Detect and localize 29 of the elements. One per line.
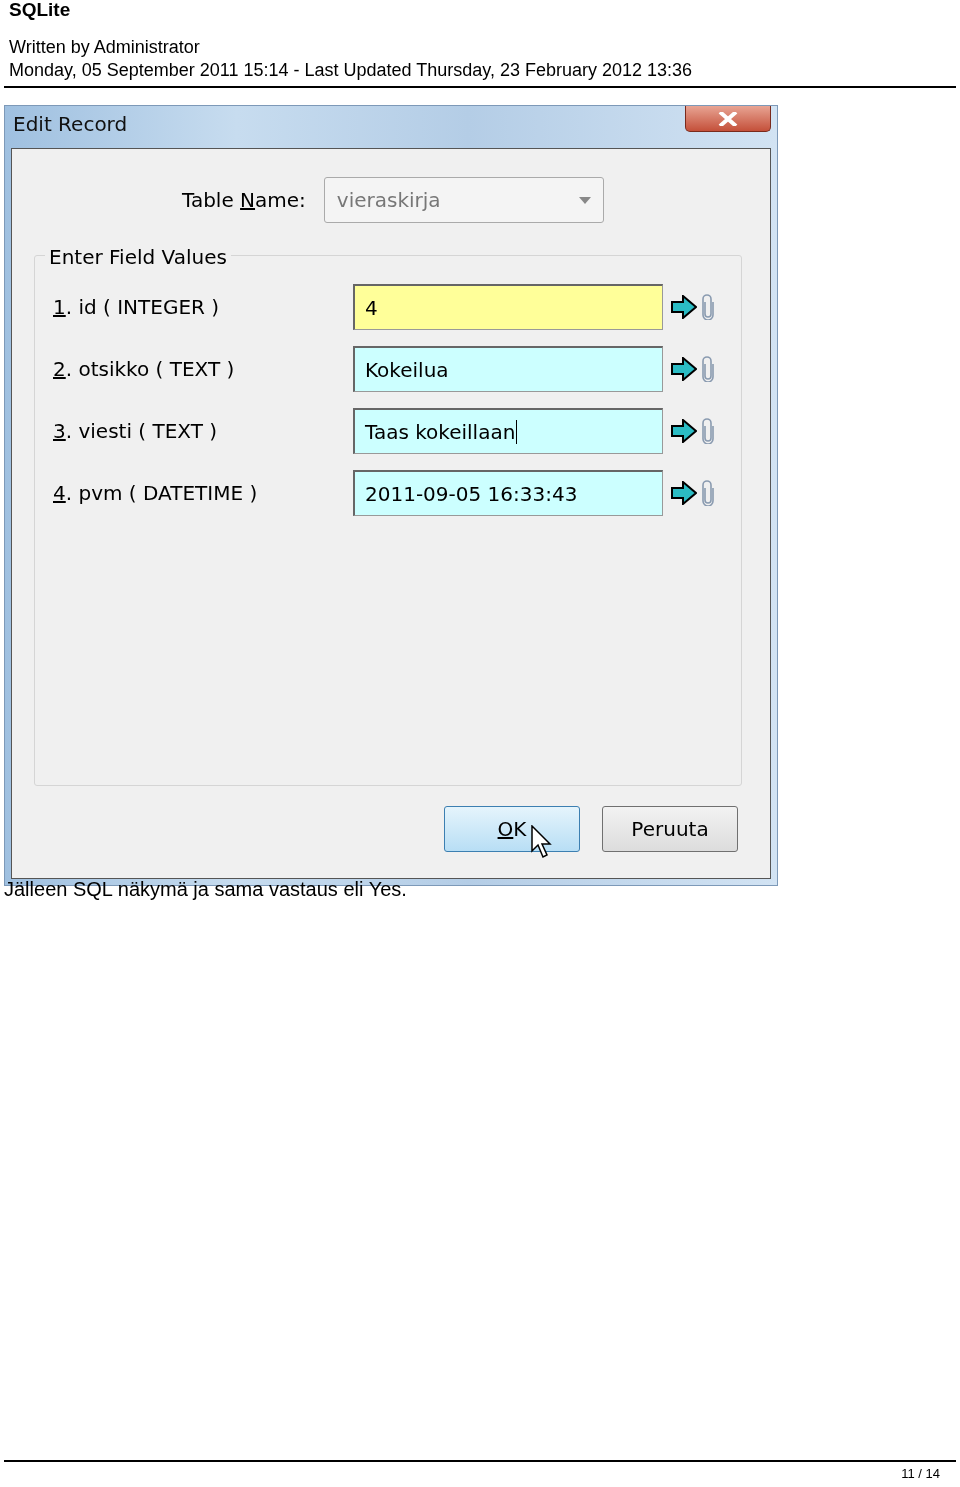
field-label: 2. otsikko ( TEXT ) (53, 356, 236, 383)
table-name-dropdown[interactable]: vieraskirja (323, 177, 604, 223)
arrow-icon[interactable] (671, 419, 697, 443)
arrow-icon[interactable] (671, 481, 697, 505)
arrow-icon[interactable] (671, 295, 697, 319)
field-label: Table Name: (182, 187, 306, 214)
author-line: Written by Administrator (8, 36, 201, 59)
field-label: 4. pvm ( DATETIME ) (53, 480, 259, 507)
mouse-pointer-icon (531, 825, 553, 859)
close-icon (717, 111, 739, 126)
body-text: Jälleen SQL näkymä ja sama vastaus eli Yes. (4, 877, 408, 901)
input-field[interactable]: 2011-09-05 16:33:43 (353, 470, 663, 516)
paperclip-icon[interactable] (701, 418, 715, 444)
input-field[interactable]: Kokeilua (353, 346, 663, 392)
dropdown-arrow-icon (578, 196, 591, 204)
page-title: SQLite (8, 0, 72, 20)
dialog-button[interactable]: Peruuta (602, 806, 738, 852)
paperclip-icon[interactable] (701, 356, 715, 382)
paperclip-icon[interactable] (701, 294, 715, 320)
date-line: Monday, 05 September 2011 15:14 - Last Updated Thursday, 23 February 2012 13:36 (8, 59, 694, 82)
page-number: 11 / 14 (901, 1464, 940, 1483)
field-label: 3. viesti ( TEXT ) (53, 418, 219, 445)
paperclip-icon[interactable] (701, 480, 715, 506)
input-field[interactable]: 4 (353, 284, 663, 330)
window-title: Edit Record (12, 111, 128, 138)
arrow-icon[interactable] (671, 357, 697, 381)
input-field[interactable]: Taas kokeillaan (353, 408, 663, 454)
field-label: 1. id ( INTEGER ) (53, 294, 221, 321)
close-button[interactable] (685, 106, 771, 132)
